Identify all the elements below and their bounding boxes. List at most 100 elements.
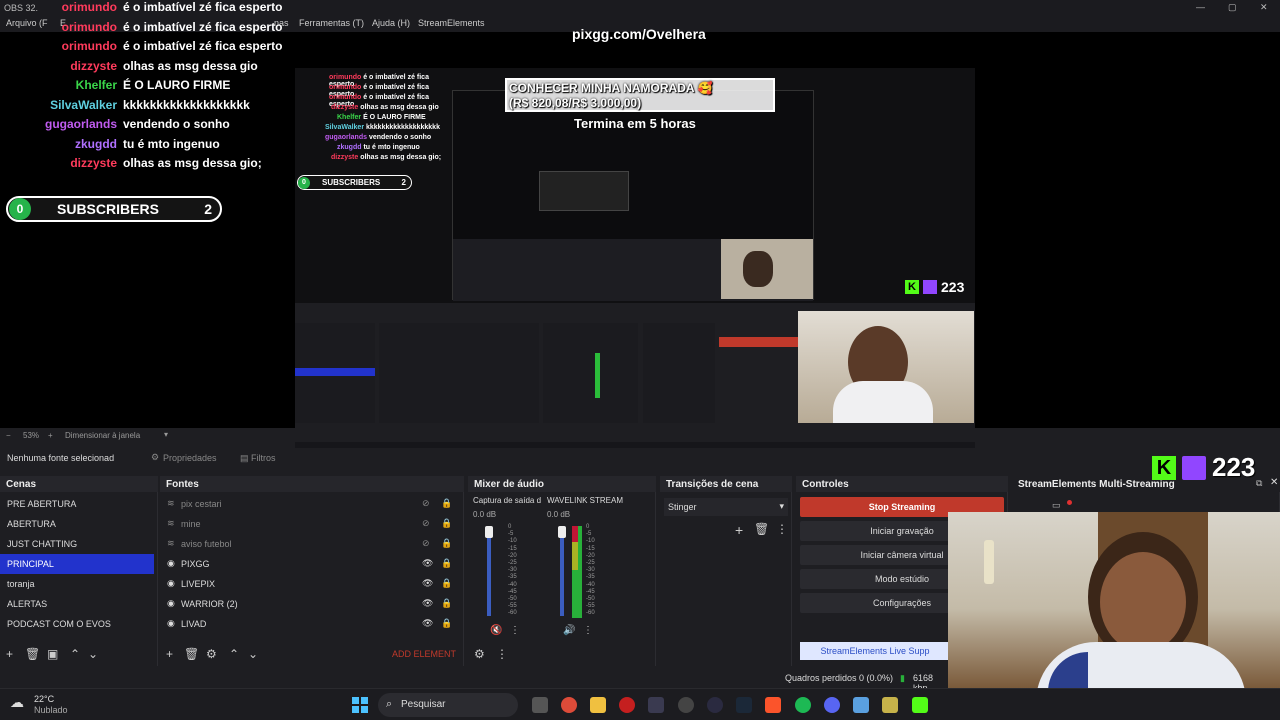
source-settings-icon[interactable]: ⚙ <box>206 647 217 661</box>
taskbar-search[interactable]: ⌕ Pesquisar <box>378 693 518 717</box>
menu-help[interactable]: Ajuda (H) <box>372 18 410 28</box>
preview-canvas[interactable]: orimundo é o imbatível zé fica esperto ori… <box>0 0 1280 458</box>
move-down-icon[interactable]: ⌄ <box>248 647 258 661</box>
chat-username: Khelfer <box>75 78 117 92</box>
transition-select[interactable]: Stinger ▾ <box>664 498 788 516</box>
lock-icon[interactable]: 🔒 <box>441 558 452 569</box>
source-item[interactable]: ≋ mine ⊘ 🔒 <box>160 514 460 534</box>
eye-icon[interactable]: 👁 <box>422 618 433 629</box>
eye-hidden-icon[interactable]: ⊘ <box>422 518 430 529</box>
close-icon[interactable]: ✕ <box>1260 2 1268 13</box>
source-item[interactable]: ≋ aviso futebol ⊘ 🔒 <box>160 534 460 554</box>
scene-item[interactable]: PODCAST COM O EVOS <box>0 614 157 634</box>
lock-icon[interactable]: 🔒 <box>441 578 452 589</box>
mixer-title: Mixer de áudio <box>468 476 656 492</box>
scene-item[interactable]: ABERTURA <box>0 514 157 534</box>
chat-username: gugaorlands <box>44 117 117 131</box>
lock-icon[interactable]: 🔒 <box>441 498 452 509</box>
se-live-support-button[interactable]: StreamElements Live Supp <box>800 642 950 660</box>
app-icon[interactable] <box>648 697 664 713</box>
menu-streamelements[interactable]: StreamElements <box>418 18 485 28</box>
eye-hidden-icon[interactable]: ⊘ <box>422 538 430 549</box>
gear-icon[interactable]: ⚙ <box>151 452 159 463</box>
meter-scale-tick: -20 <box>586 552 595 559</box>
eye-hidden-icon[interactable]: ⊘ <box>422 498 430 509</box>
add-scene-icon[interactable]: + <box>6 647 13 661</box>
lock-icon[interactable]: 🔒 <box>441 598 452 609</box>
steam-icon[interactable] <box>736 697 752 713</box>
mute-icon[interactable]: 🔇 <box>490 625 502 636</box>
source-item[interactable]: ◉ PIXGG 👁 🔒 <box>160 554 460 574</box>
move-up-icon[interactable]: ⌃ <box>229 647 239 661</box>
add-transition-icon[interactable]: + <box>735 522 743 538</box>
filters-icon[interactable]: ▤ <box>240 453 249 464</box>
properties-button[interactable]: Propriedades <box>163 453 217 463</box>
move-up-icon[interactable]: ⌃ <box>70 647 80 661</box>
eye-icon[interactable]: 👁 <box>422 578 433 589</box>
scene-item[interactable]: ALERTAS <box>0 594 157 614</box>
app-icon[interactable] <box>707 697 723 713</box>
zoom-minus-icon[interactable]: − <box>6 431 11 440</box>
minimize-icon[interactable]: — <box>1196 2 1205 12</box>
brave-icon[interactable] <box>765 697 781 713</box>
maximize-icon[interactable]: ▢ <box>1228 2 1237 13</box>
file-explorer-icon[interactable] <box>590 697 606 713</box>
remove-scene-icon[interactable]: 🗑 <box>25 647 40 661</box>
remove-transition-icon[interactable]: 🗑 <box>754 522 769 536</box>
remove-source-icon[interactable]: 🗑 <box>184 647 199 661</box>
scene-item-selected[interactable]: PRINCIPAL <box>0 554 154 574</box>
task-view-icon[interactable] <box>532 697 548 713</box>
goal-time: Termina em 5 horas <box>574 116 696 131</box>
scene-item[interactable]: toranja <box>0 574 157 594</box>
filters-button[interactable]: Filtros <box>251 453 276 463</box>
source-item[interactable]: ◉ WARRIOR (2) 👁 🔒 <box>160 594 460 614</box>
windows-taskbar: ☁ 22°C Nublado ⌕ Pesquisar <box>0 688 1280 720</box>
add-element-button[interactable]: ADD ELEMENT <box>392 649 456 659</box>
scene-filters-icon[interactable]: ▣ <box>47 647 58 661</box>
scene-item[interactable]: PRE ABERTURA <box>0 494 157 514</box>
eye-icon[interactable]: 👁 <box>422 598 433 609</box>
kebab-icon[interactable]: ⋮ <box>496 647 508 661</box>
close-icon[interactable]: ✕ <box>1270 477 1278 488</box>
chevron-down-icon[interactable]: ▾ <box>164 430 168 439</box>
eye-icon[interactable]: 👁 <box>422 558 433 569</box>
menu-tools[interactable]: Ferramentas (T) <box>299 18 364 28</box>
speaker-icon[interactable]: 🔊 <box>563 625 575 636</box>
spotify-icon[interactable] <box>795 697 811 713</box>
source-item[interactable]: ≋ pix cestari ⊘ 🔒 <box>160 494 460 514</box>
resize-mode[interactable]: Dimensionar à janela <box>65 431 140 440</box>
windows-start-icon[interactable] <box>352 697 368 713</box>
lock-icon[interactable]: 🔒 <box>441 518 452 529</box>
goal-widget: CONHECER MINHA NAMORADA 🥰 (R$ 820,08/R$ … <box>505 78 775 112</box>
source-item[interactable]: ◉ LIVAD 👁 🔒 <box>160 614 460 634</box>
add-source-icon[interactable]: + <box>166 647 173 661</box>
kebab-icon[interactable]: ⋮ <box>776 522 788 536</box>
opera-icon[interactable] <box>619 697 635 713</box>
app-icon[interactable] <box>882 697 898 713</box>
volume-slider[interactable] <box>485 526 493 538</box>
nested-obs-inner <box>539 171 629 211</box>
volume-slider[interactable] <box>558 526 566 538</box>
notepad-icon[interactable] <box>853 697 869 713</box>
webcam-person-face <box>1100 552 1186 652</box>
weather-icon[interactable]: ☁ <box>10 694 24 711</box>
monitor-icon: ▭ <box>1052 500 1061 510</box>
discord-icon[interactable] <box>824 697 840 713</box>
pixgg-url: pixgg.com/Ovelhera <box>572 26 706 42</box>
obs-icon[interactable] <box>678 697 694 713</box>
scene-item[interactable]: JUST CHATTING <box>0 534 157 554</box>
kebab-icon[interactable]: ⋮ <box>583 625 593 636</box>
popout-icon[interactable]: ⧉ <box>1256 478 1262 489</box>
kebab-icon[interactable]: ⋮ <box>510 625 520 636</box>
chat-text: é o imbatível zé fica esperto <box>123 19 283 34</box>
mixer-settings-icon[interactable]: ⚙ <box>474 647 485 661</box>
channel-db: 0.0 dB <box>473 510 497 519</box>
chrome-icon[interactable] <box>561 697 577 713</box>
source-item[interactable]: ◉ LIVEPIX 👁 🔒 <box>160 574 460 594</box>
zoom-plus-icon[interactable]: + <box>48 431 53 440</box>
lock-icon[interactable]: 🔒 <box>441 538 452 549</box>
kick-app-icon[interactable] <box>912 697 928 713</box>
move-down-icon[interactable]: ⌄ <box>88 647 98 661</box>
controls-title: Controles <box>796 476 1008 492</box>
lock-icon[interactable]: 🔒 <box>441 618 452 629</box>
